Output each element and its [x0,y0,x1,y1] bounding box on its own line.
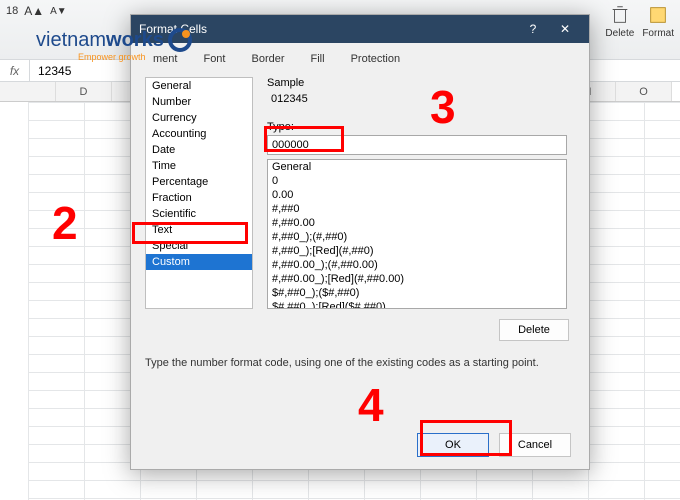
close-icon[interactable]: ✕ [549,15,581,43]
help-icon[interactable]: ? [517,15,549,43]
decrease-font-icon[interactable]: A▼ [50,6,67,17]
delete-button[interactable]: Delete [605,4,634,39]
category-item[interactable]: Time [146,158,252,174]
sample-value: 012345 [267,93,567,111]
format-item[interactable]: #,##0 [268,202,566,216]
category-item[interactable]: Accounting [146,126,252,142]
dialog-body: General Number Currency Accounting Date … [131,69,589,469]
format-list[interactable]: General 0 0.00 #,##0 #,##0.00 #,##0_);(#… [267,159,567,309]
category-item-selected[interactable]: Custom [146,254,252,270]
ok-button[interactable]: OK [417,433,489,457]
type-input[interactable] [267,135,567,155]
tab-fill[interactable]: Fill [299,49,337,69]
format-item[interactable]: #,##0_);[Red](#,##0) [268,244,566,258]
type-label: Type: [267,121,294,133]
tab-border[interactable]: Border [239,49,296,69]
sample-label: Sample [267,77,304,89]
tab-alignment[interactable]: ment [141,49,189,69]
col-header[interactable]: D [56,82,112,101]
col-header[interactable]: O [616,82,672,101]
category-item[interactable]: Date [146,142,252,158]
dialog-titlebar[interactable]: Format Cells ? ✕ [131,15,589,43]
hint-text: Type the number format code, using one o… [145,357,575,369]
format-item[interactable]: $#,##0_);($#,##0) [268,286,566,300]
format-item[interactable]: #,##0.00 [268,216,566,230]
category-item[interactable]: General [146,78,252,94]
logo-ring-icon [168,28,192,52]
format-item[interactable]: General [268,160,566,174]
category-item[interactable]: Special [146,238,252,254]
watermark-logo: vietnamworks [36,28,192,52]
logo-tagline: Empower growth [78,52,146,62]
format-item[interactable]: $#,##0_);[Red]($#,##0) [268,300,566,309]
category-item[interactable]: Number [146,94,252,110]
font-size-value[interactable]: 18 [6,5,18,17]
format-item[interactable]: #,##0_);(#,##0) [268,230,566,244]
category-item[interactable]: Fraction [146,190,252,206]
category-item[interactable]: Scientific [146,206,252,222]
tab-font[interactable]: Font [191,49,237,69]
col-header[interactable] [0,82,56,101]
category-item[interactable]: Text [146,222,252,238]
formula-value[interactable]: 12345 [30,64,71,78]
category-item[interactable]: Currency [146,110,252,126]
category-list[interactable]: General Number Currency Accounting Date … [145,77,253,309]
dialog-tabs: ment Font Border Fill Protection [131,43,589,69]
increase-font-icon[interactable]: A▲ [24,4,44,18]
delete-format-button[interactable]: Delete [499,319,569,341]
fx-label: fx [0,60,30,82]
category-item[interactable]: Percentage [146,174,252,190]
tab-protection[interactable]: Protection [339,49,413,69]
format-cells-dialog: Format Cells ? ✕ ment Font Border Fill P… [130,14,590,470]
format-item[interactable]: 0.00 [268,188,566,202]
format-button[interactable]: Format [642,4,674,39]
cancel-button[interactable]: Cancel [499,433,571,457]
format-item[interactable]: 0 [268,174,566,188]
format-item[interactable]: #,##0.00_);[Red](#,##0.00) [268,272,566,286]
format-item[interactable]: #,##0.00_);(#,##0.00) [268,258,566,272]
